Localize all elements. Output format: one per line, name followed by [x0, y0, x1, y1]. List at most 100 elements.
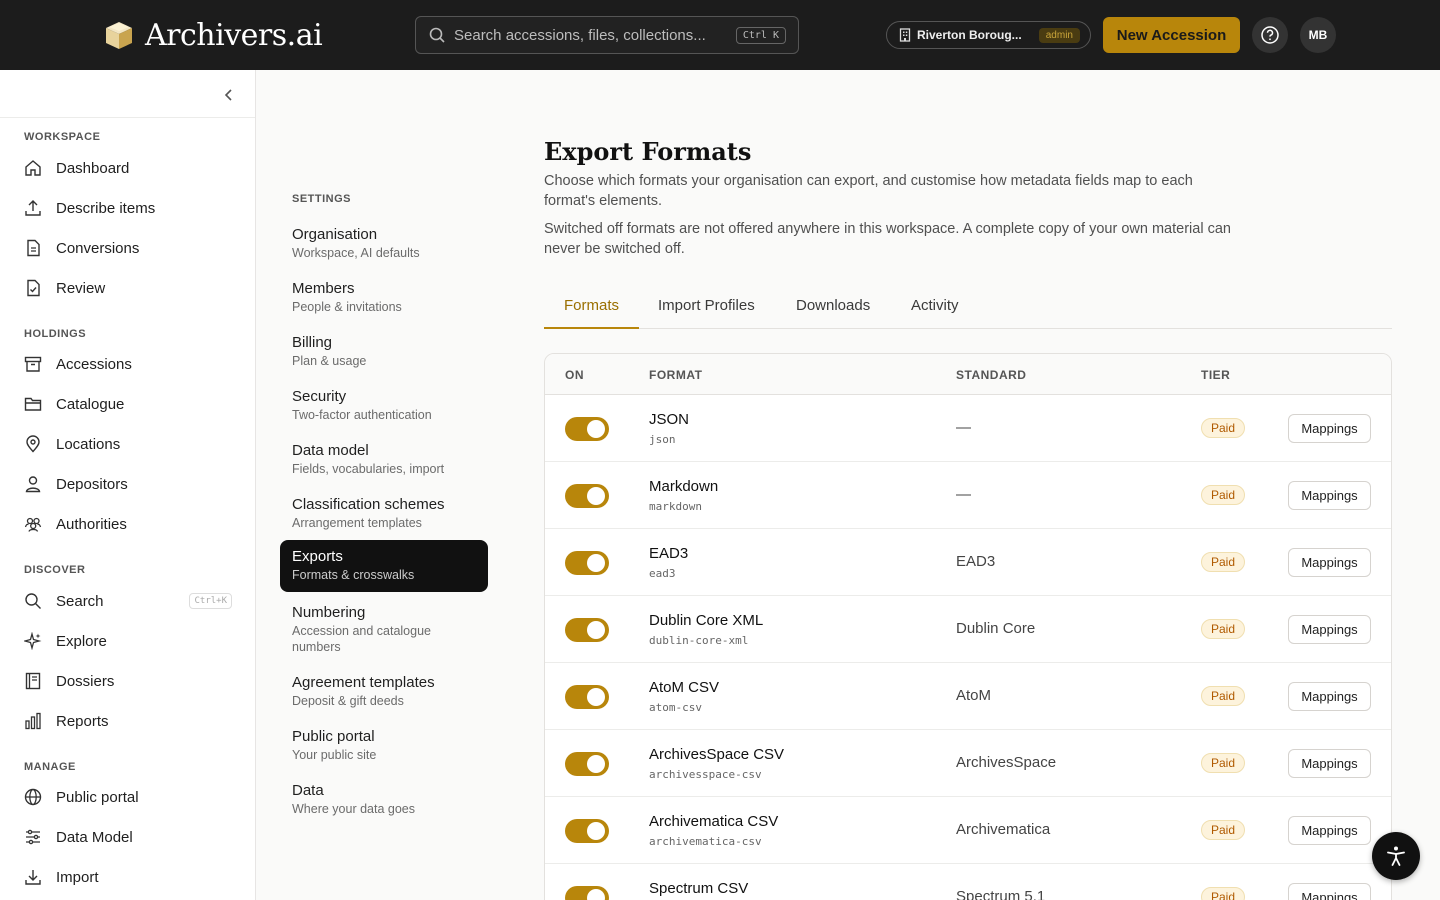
sidebar-item-conversions[interactable]: Conversions	[24, 233, 232, 263]
tab-downloads[interactable]: Downloads	[776, 284, 890, 329]
tab-activity[interactable]: Activity	[891, 284, 979, 329]
tier-badge: Paid	[1201, 552, 1246, 572]
settings-nav-data[interactable]: Data Where your data goes	[280, 774, 488, 825]
format-toggle[interactable]	[565, 618, 609, 642]
format-standard: ArchivesSpace	[956, 754, 1057, 771]
format-name: JSON	[649, 411, 690, 428]
user-avatar[interactable]: MB	[1300, 17, 1336, 53]
mappings-button[interactable]: Mappings	[1288, 615, 1371, 644]
tab-import-profiles[interactable]: Import Profiles	[638, 284, 775, 329]
format-toggle[interactable]	[565, 417, 609, 441]
page-note: Switched off formats are not offered any…	[544, 221, 1231, 257]
page-title: Export Formats	[544, 137, 752, 166]
sidebar-item-review[interactable]: Review	[24, 273, 232, 303]
map-pin-icon	[26, 435, 40, 453]
format-toggle[interactable]	[565, 551, 609, 575]
column-header-on: ON	[565, 368, 584, 382]
accessibility-button[interactable]	[1372, 832, 1420, 880]
settings-nav-title-text: Agreement templates	[292, 674, 435, 691]
settings-nav-organisation[interactable]: Organisation Workspace, AI defaults	[280, 218, 488, 269]
format-standard: AtoM	[956, 687, 992, 704]
sidebar-item-label: Describe items	[56, 199, 156, 217]
sidebar-item-catalogue[interactable]: Catalogue	[24, 389, 232, 419]
sidebar-item-import[interactable]: Import	[24, 862, 232, 892]
settings-nav-agreement-templates[interactable]: Agreement templates Deposit & gift deeds	[280, 666, 488, 717]
settings-nav-subtitle: Two-factor authentication	[292, 408, 432, 422]
org-switcher[interactable]: Riverton Boroug... admin	[886, 21, 1091, 49]
sidebar-item-dossiers[interactable]: Dossiers	[24, 666, 232, 696]
building-icon	[899, 28, 911, 42]
help-button[interactable]	[1252, 17, 1288, 53]
sidebar-item-label: Catalogue	[56, 395, 125, 413]
settings-nav-exports[interactable]: Exports Formats & crosswalks	[280, 540, 488, 592]
mappings-button[interactable]: Mappings	[1288, 414, 1371, 443]
file-check-icon	[27, 279, 40, 297]
mappings-button[interactable]: Mappings	[1288, 883, 1371, 900]
mappings-button[interactable]: Mappings	[1288, 548, 1371, 577]
sidebar-section-manage: MANAGE	[24, 761, 76, 773]
sliders-icon	[26, 829, 40, 845]
format-toggle[interactable]	[565, 752, 609, 776]
settings-nav-subtitle: Arrangement templates	[292, 516, 422, 530]
format-name: Dublin Core XML	[649, 612, 764, 629]
global-search-input[interactable]: Search accessions, files, collections...…	[415, 16, 799, 54]
settings-nav-public-portal[interactable]: Public portal Your public site	[280, 720, 488, 771]
settings-nav-title-text: Data	[292, 782, 324, 799]
mappings-button[interactable]: Mappings	[1288, 816, 1371, 845]
sidebar-item-label: Reports	[56, 712, 109, 730]
mappings-button[interactable]: Mappings	[1288, 481, 1371, 510]
sidebar-item-locations[interactable]: Locations	[24, 429, 232, 459]
tier-badge: Paid	[1201, 820, 1246, 840]
bar-chart-icon	[25, 712, 41, 730]
chevron-left-icon[interactable]	[220, 86, 238, 104]
table-row: Archivematica CSV archivematica-csv Arch…	[545, 797, 1391, 864]
format-standard: Dublin Core	[956, 620, 1036, 637]
sidebar-item-reports[interactable]: Reports	[24, 706, 232, 736]
file-convert-icon	[27, 239, 40, 257]
tier-badge: Paid	[1201, 887, 1246, 900]
format-toggle[interactable]	[565, 819, 609, 843]
sidebar-item-data-model[interactable]: Data Model	[24, 822, 232, 852]
mappings-button[interactable]: Mappings	[1288, 749, 1371, 778]
sidebar-section-workspace: WORKSPACE	[24, 131, 101, 143]
new-accession-button[interactable]: New Accession	[1103, 17, 1240, 53]
format-code: atom-csv	[649, 701, 702, 714]
column-header-standard: STANDARD	[956, 368, 1027, 382]
settings-nav-title-text: Numbering	[292, 604, 366, 621]
column-header-tier: TIER	[1201, 368, 1231, 382]
sidebar-item-authorities[interactable]: Authorities	[24, 509, 232, 539]
format-toggle[interactable]	[565, 484, 609, 508]
sidebar-item-accessions[interactable]: Accessions	[24, 349, 232, 379]
settings-nav-security[interactable]: Security Two-factor authentication	[280, 380, 488, 431]
settings-nav-subtitle: Plan & usage	[292, 354, 367, 368]
format-toggle[interactable]	[565, 886, 609, 900]
app-logo[interactable]: Archivers.ai	[102, 14, 323, 56]
settings-nav-classification-schemes[interactable]: Classification schemes Arrangement templ…	[280, 488, 488, 539]
format-code: dublin-core-xml	[649, 634, 749, 647]
format-name: Markdown	[649, 478, 719, 495]
sidebar: WORKSPACE Dashboard Describe items Conve…	[0, 70, 256, 900]
tab-formats[interactable]: Formats	[544, 284, 640, 329]
sidebar-item-label: Explore	[56, 632, 107, 650]
sidebar-item-public-portal[interactable]: Public portal	[24, 782, 232, 812]
settings-nav-members[interactable]: Members People & invitations	[280, 272, 488, 323]
settings-nav-billing[interactable]: Billing Plan & usage	[280, 326, 488, 377]
sidebar-item-describe-items[interactable]: Describe items	[24, 193, 232, 223]
mappings-button[interactable]: Mappings	[1288, 682, 1371, 711]
sidebar-item-label: Accessions	[56, 355, 132, 373]
settings-nav-numbering[interactable]: Numbering Accession and catalogue number…	[280, 596, 488, 663]
tier-badge: Paid	[1201, 686, 1246, 706]
search-placeholder: Search accessions, files, collections...	[454, 26, 706, 44]
settings-nav-title-text: Exports	[292, 548, 343, 565]
sidebar-item-dashboard[interactable]: Dashboard	[24, 153, 232, 183]
sidebar-item-label: Locations	[56, 435, 121, 453]
tier-badge: Paid	[1201, 753, 1246, 773]
settings-nav-subtitle: Deposit & gift deeds	[292, 694, 404, 708]
settings-nav-data-model[interactable]: Data model Fields, vocabularies, import	[280, 434, 488, 485]
sidebar-item-explore[interactable]: Explore	[24, 626, 232, 656]
sidebar-item-depositors[interactable]: Depositors	[24, 469, 232, 499]
sidebar-item-search[interactable]: Search Ctrl+K	[24, 586, 232, 616]
table-row: ArchivesSpace CSV archivesspace-csv Arch…	[545, 730, 1391, 797]
format-toggle[interactable]	[565, 685, 609, 709]
format-code: archivesspace-csv	[649, 768, 762, 781]
